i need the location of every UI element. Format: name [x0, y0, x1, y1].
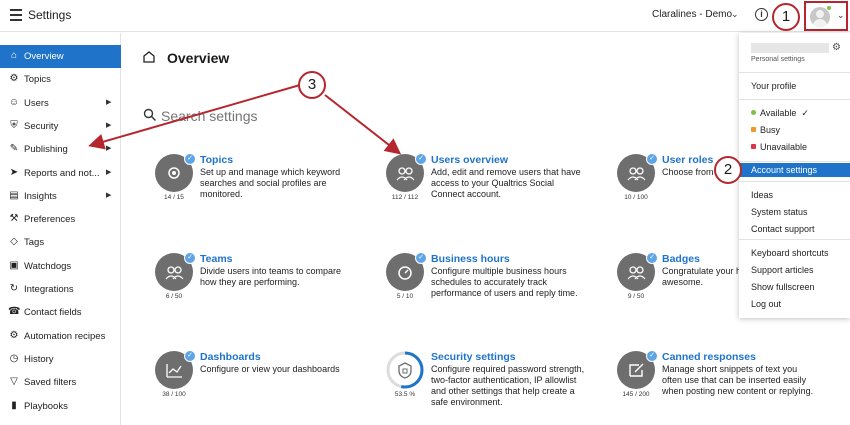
callout-3: 3 [298, 71, 326, 99]
arrow-to-publishing [88, 84, 301, 150]
annotation-arrows [88, 84, 402, 155]
callout-1: 1 [772, 3, 800, 31]
callout-2: 2 [714, 156, 742, 184]
arrow-to-users-overview [324, 94, 402, 155]
